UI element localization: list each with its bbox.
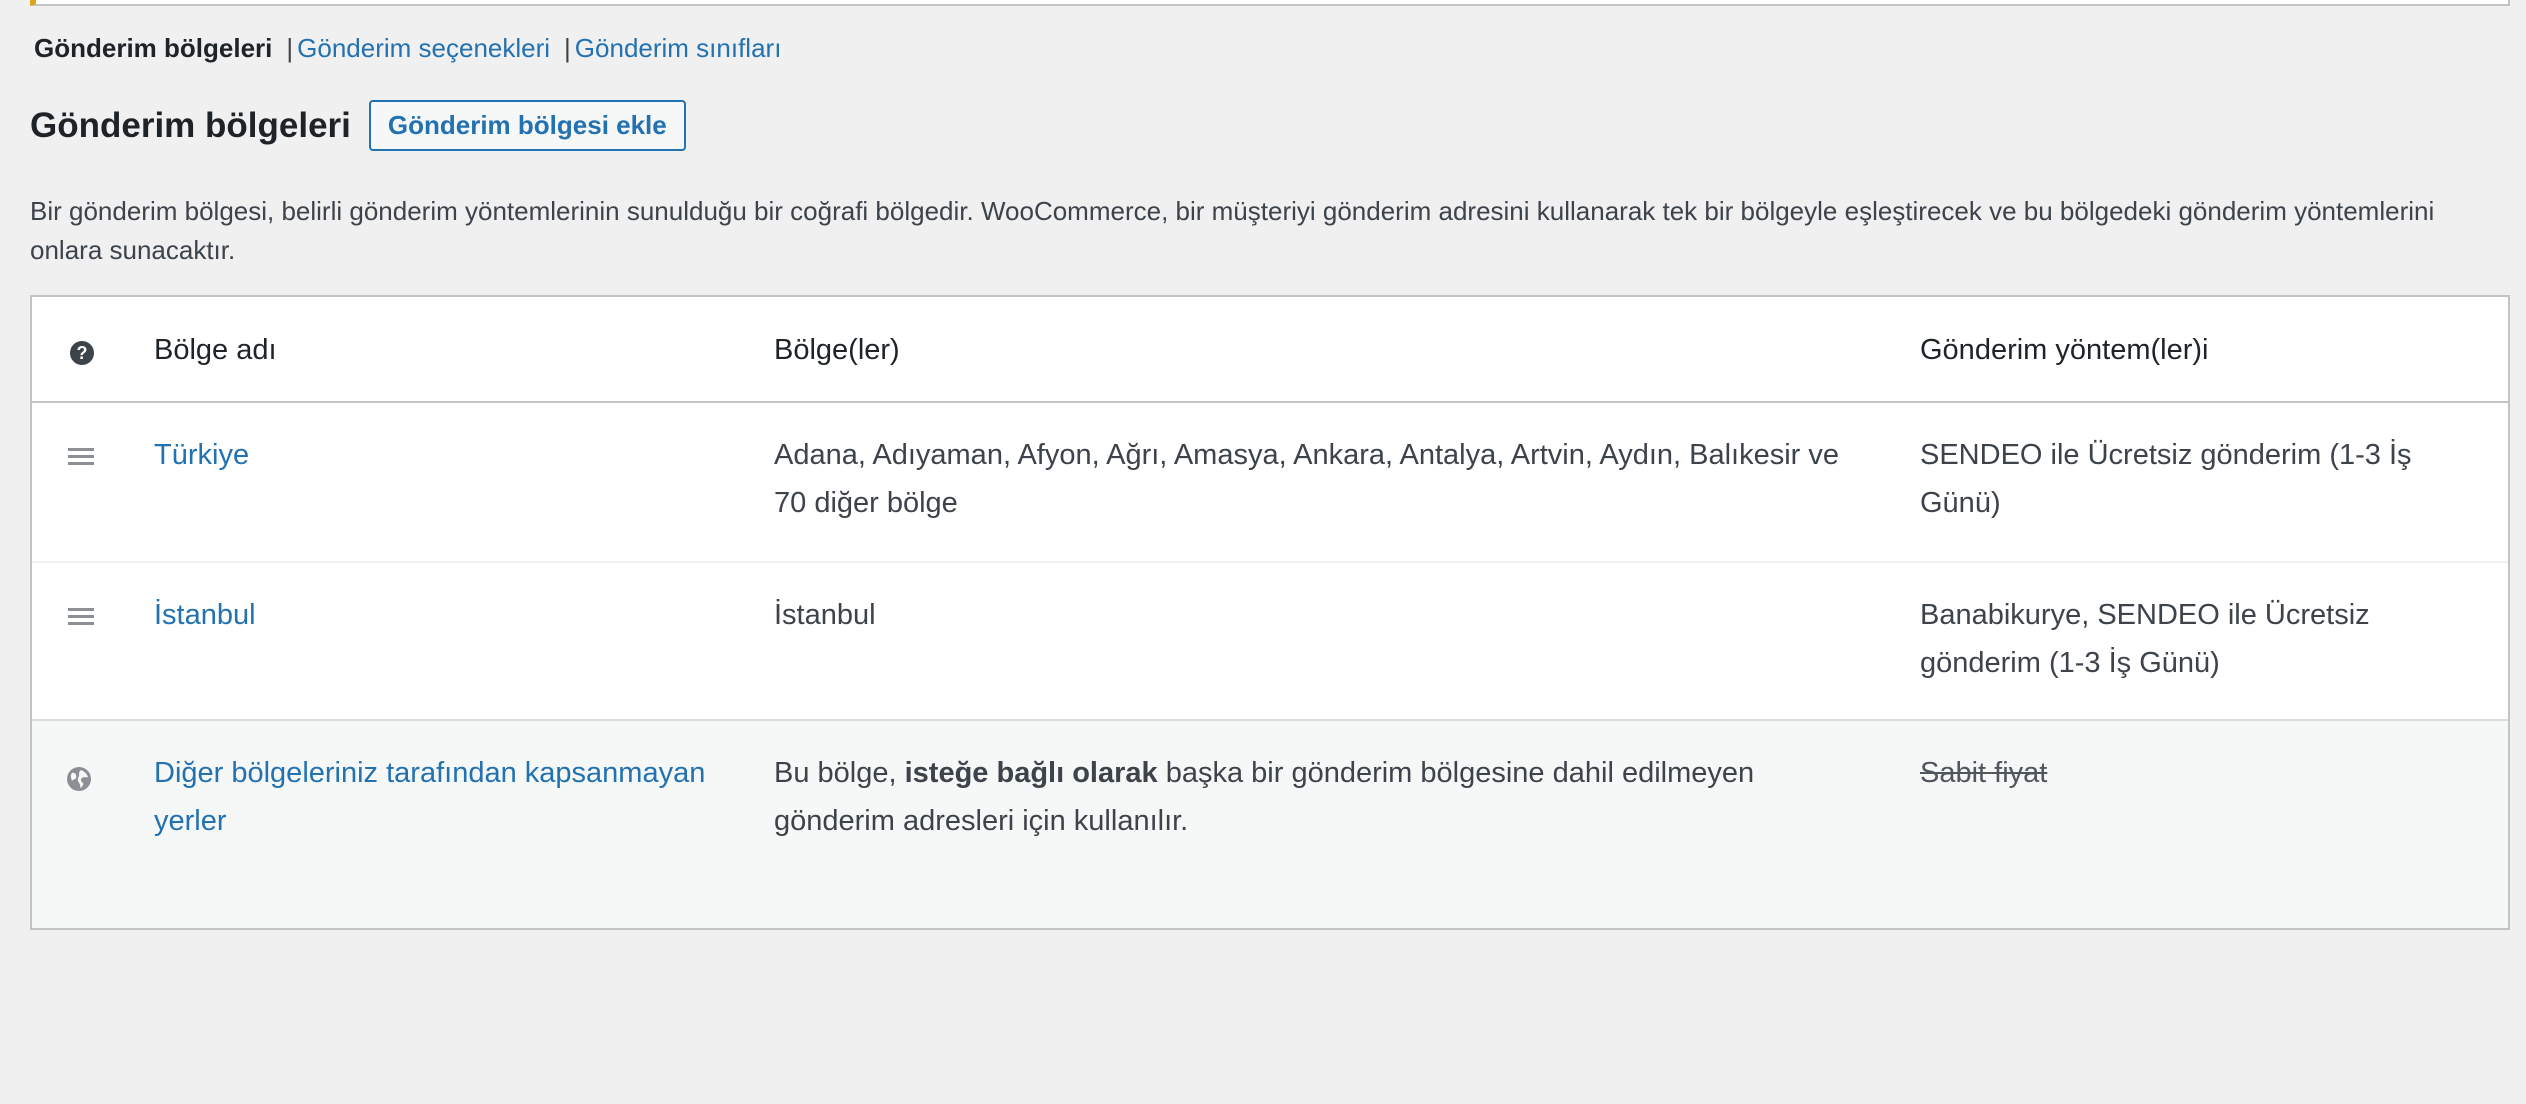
shipping-zones-table: ? Bölge adı Bölge(ler) Gönderim yöntem(l…: [30, 295, 2510, 930]
rest-of-world-desc-prefix: Bu bölge,: [774, 757, 905, 789]
tab-separator: |: [564, 33, 571, 63]
zone-methods: SENDEO ile Ücretsiz gönderim (1-3 İş Gün…: [1920, 439, 2412, 519]
flat-rate-method: Sabit fiyat: [1920, 757, 2048, 789]
zone-name-link[interactable]: Türkiye: [154, 439, 249, 471]
zone-regions: Adana, Adıyaman, Afyon, Ağrı, Amasya, An…: [774, 439, 1840, 519]
rest-of-world-description: Bu bölge, isteğe bağlı olarak başka bir …: [774, 749, 1874, 845]
rest-of-world-link[interactable]: Diğer bölgeleriniz tarafından kapsanmaya…: [154, 757, 705, 837]
header-methods: Gönderim yöntem(ler)i: [1920, 334, 2209, 366]
zone-regions: İstanbul: [774, 599, 876, 631]
table-row: İstanbul İstanbul Banabikurye, SENDEO il…: [32, 563, 2508, 721]
zone-name-cell: İstanbul: [154, 591, 734, 639]
header-help-cell: ?: [66, 326, 94, 374]
drag-handle-icon[interactable]: [68, 608, 94, 629]
rest-of-world-row: Diğer bölgeleriniz tarafından kapsanmaya…: [32, 721, 2508, 928]
header-zone-name: Bölge adı: [154, 334, 277, 366]
shipping-subnav: Gönderim bölgeleri | Gönderim seçenekler…: [34, 30, 781, 66]
drag-handle-cell[interactable]: [66, 431, 94, 484]
tab-shipping-classes[interactable]: Gönderim sınıfları: [575, 30, 782, 66]
zone-methods: Banabikurye, SENDEO ile Ücretsiz gönderi…: [1920, 599, 2370, 679]
globe-cell: [66, 749, 92, 807]
globe-icon: [66, 759, 92, 807]
notice-edge: [30, 0, 2510, 6]
drag-handle-cell[interactable]: [66, 591, 94, 644]
rest-of-world-desc-bold: isteğe bağlı olarak: [904, 757, 1158, 789]
zone-name-cell: Türkiye: [154, 431, 734, 479]
help-icon[interactable]: ?: [70, 341, 94, 365]
rest-of-world-name-cell: Diğer bölgeleriniz tarafından kapsanmaya…: [154, 749, 734, 845]
table-header: ? Bölge adı Bölge(ler) Gönderim yöntem(l…: [32, 297, 2508, 403]
tab-shipping-zones[interactable]: Gönderim bölgeleri: [34, 30, 272, 66]
heading-row: Gönderim bölgeleri Gönderim bölgesi ekle: [30, 100, 686, 151]
page-description: Bir gönderim bölgesi, belirli gönderim y…: [30, 196, 2435, 265]
add-shipping-zone-button[interactable]: Gönderim bölgesi ekle: [368, 100, 686, 151]
header-regions: Bölge(ler): [774, 334, 900, 366]
page-title: Gönderim bölgeleri: [30, 105, 351, 145]
tab-separator: |: [286, 33, 294, 63]
tab-shipping-options[interactable]: Gönderim seçenekleri: [297, 30, 550, 66]
table-row: Türkiye Adana, Adıyaman, Afyon, Ağrı, Am…: [32, 403, 2508, 563]
rest-of-world-methods: Sabit fiyat: [1920, 749, 2480, 797]
zone-name-link[interactable]: İstanbul: [154, 599, 256, 631]
drag-handle-icon[interactable]: [68, 448, 94, 469]
